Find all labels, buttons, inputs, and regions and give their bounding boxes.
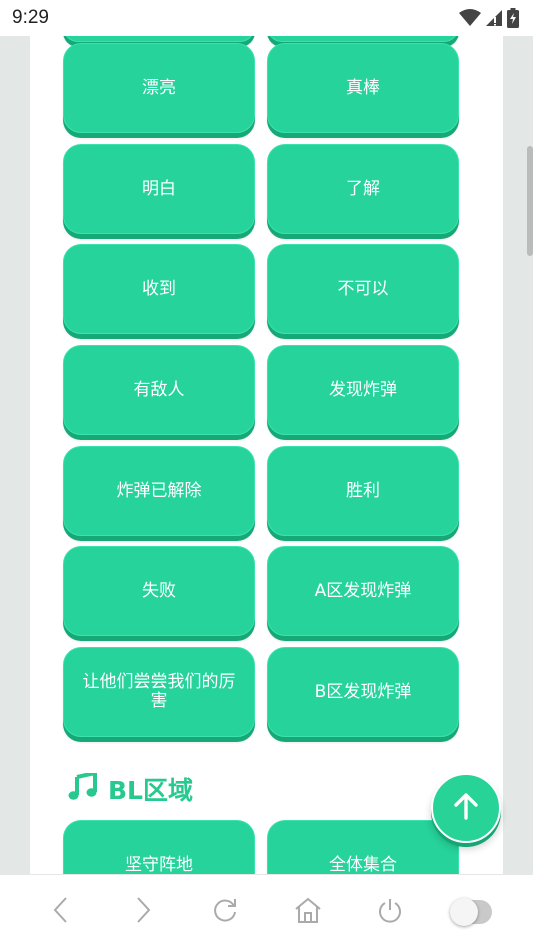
phrase-button[interactable]: 让他们尝尝我们的厉害 xyxy=(63,647,255,737)
phrase-button[interactable]: 胜利 xyxy=(267,446,459,536)
status-icons xyxy=(459,8,519,28)
phrase-button[interactable]: 明白 xyxy=(63,144,255,234)
home-icon xyxy=(293,896,323,928)
phrase-button[interactable]: 炸弹已解除 xyxy=(63,446,255,536)
home-button[interactable] xyxy=(288,892,328,932)
phrase-button[interactable]: 失败 xyxy=(63,546,255,636)
toggle-switch[interactable] xyxy=(449,892,492,932)
power-button[interactable] xyxy=(370,892,410,932)
back-icon xyxy=(51,896,71,928)
phrase-button[interactable]: 发现炸弹 xyxy=(267,345,459,435)
phrase-button[interactable]: 有敌人 xyxy=(63,345,255,435)
battery-charging-icon xyxy=(507,8,519,28)
forward-icon xyxy=(133,896,153,928)
phrase-button[interactable] xyxy=(267,36,459,42)
phrase-button[interactable]: 不可以 xyxy=(267,244,459,334)
phrase-button[interactable]: A区发现炸弹 xyxy=(267,546,459,636)
phrase-button[interactable]: B区发现炸弹 xyxy=(267,647,459,737)
status-bar: 9:29 xyxy=(0,0,533,36)
toggle-track xyxy=(449,897,492,926)
content-panel[interactable]: 漂亮 真棒 明白 了解 收到 不可以 有敌人 发现炸弹 炸弹已解除 胜利 失败 … xyxy=(30,36,503,874)
toggle-knob xyxy=(449,897,478,926)
cell-signal-icon xyxy=(485,9,503,27)
wifi-icon xyxy=(459,9,481,27)
phrase-button[interactable] xyxy=(63,36,255,42)
back-button[interactable] xyxy=(41,892,81,932)
phrase-button[interactable]: 收到 xyxy=(63,244,255,334)
reload-button[interactable] xyxy=(205,892,245,932)
scrollbar-thumb[interactable] xyxy=(527,146,533,256)
phrase-button[interactable]: 漂亮 xyxy=(63,43,255,133)
power-icon xyxy=(376,896,404,928)
reload-icon xyxy=(211,896,239,928)
music-note-icon xyxy=(68,770,98,805)
browser-nav-bar xyxy=(0,874,533,948)
section-title: BL区域 xyxy=(108,776,193,805)
scroll-to-top-button[interactable] xyxy=(431,773,501,843)
phrase-button[interactable]: 全体集合 xyxy=(267,820,459,874)
section-heading-bl: BL区域 xyxy=(68,770,193,807)
phrase-button[interactable]: 坚守阵地 xyxy=(63,820,255,874)
phrase-button[interactable]: 了解 xyxy=(267,144,459,234)
status-time: 9:29 xyxy=(12,7,49,28)
forward-button[interactable] xyxy=(123,892,163,932)
phrase-button[interactable]: 真棒 xyxy=(267,43,459,133)
arrow-up-icon xyxy=(451,791,481,825)
